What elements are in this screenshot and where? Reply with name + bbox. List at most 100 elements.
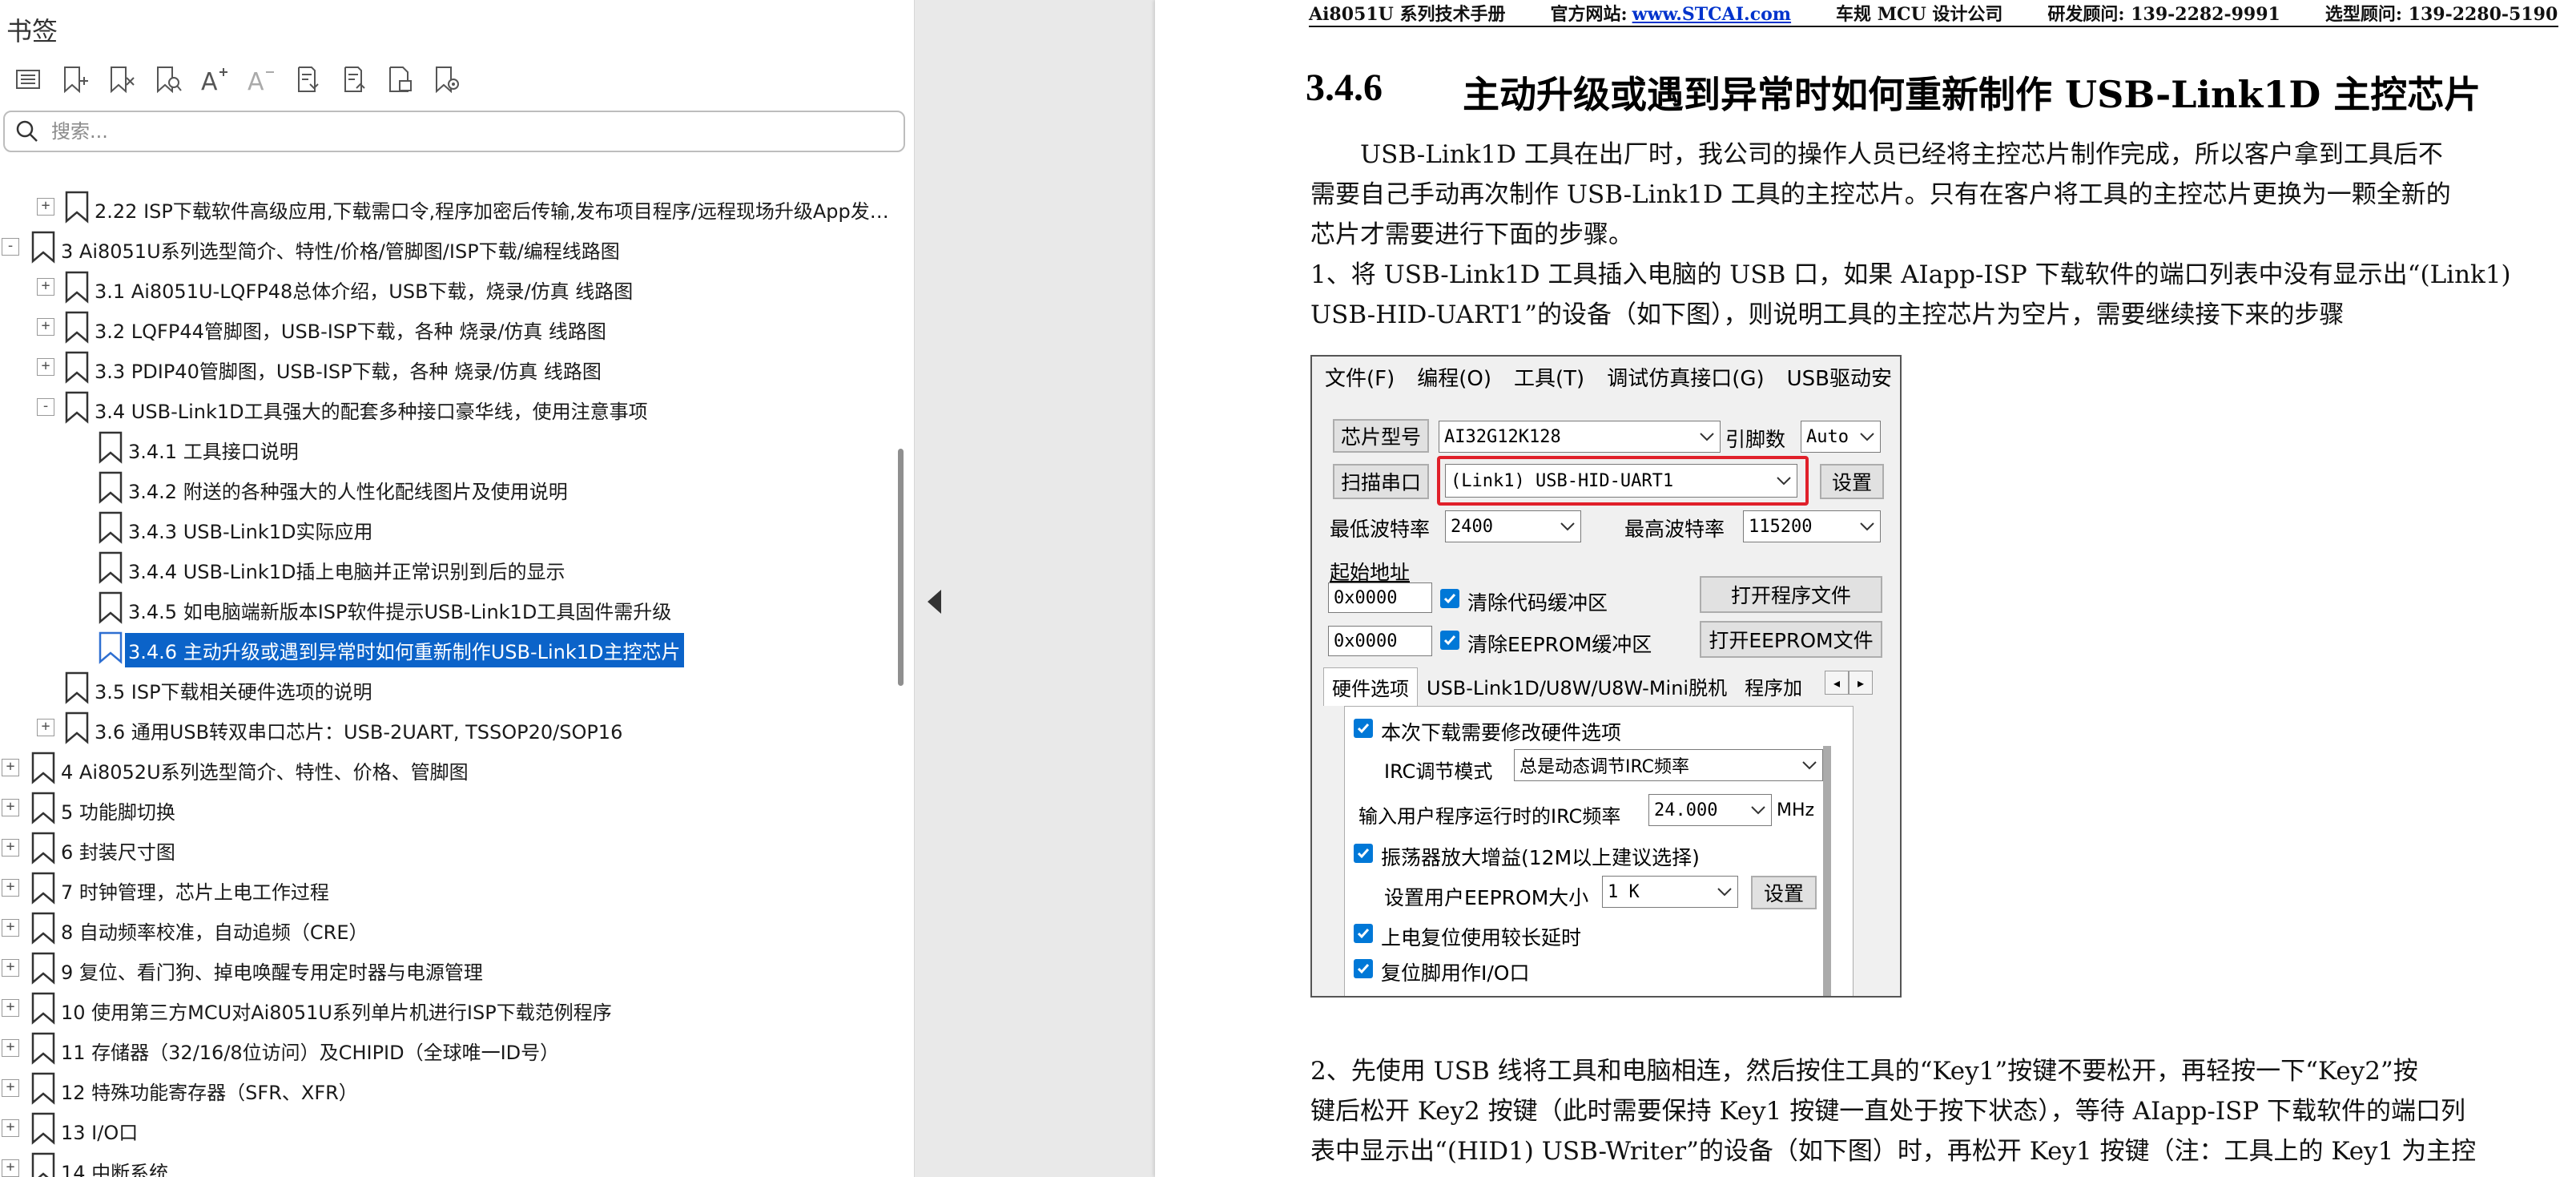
modify-hw-option: 本次下载需要修改硬件选项 bbox=[1381, 721, 1622, 744]
bookmark-label: 3.1 Ai8051U-LQFP48总体介绍，USB下载，烧录/仿真 线路图 bbox=[95, 280, 634, 303]
delete-bookmark-icon[interactable] bbox=[98, 59, 144, 99]
bookmark-item[interactable]: +3.1 Ai8051U-LQFP48总体介绍，USB下载，烧录/仿真 线路图 bbox=[0, 267, 891, 307]
bookmark-settings-icon[interactable] bbox=[423, 59, 469, 99]
bookmark-item[interactable]: +11 存储器（32/16/8位访问）及CHIPID（全球唯一ID号） bbox=[0, 1028, 891, 1068]
bookmark-item[interactable]: +13 I/O口 bbox=[0, 1108, 891, 1148]
collapse-sidebar-button[interactable] bbox=[918, 566, 950, 638]
header-website-label: 官方网站: bbox=[1550, 4, 1628, 25]
bookmark-item[interactable]: - 3.4 USB-Link1D工具强大的配套多种接口豪华线，使用注意事项 bbox=[0, 387, 891, 427]
bookmark-item[interactable]: 3.4.4 USB-Link1D插上电脑并正常识别到后的显示 bbox=[0, 547, 891, 587]
bookmark-item[interactable]: +3.6 通用USB转双串口芯片：USB-2UART, TSSOP20/SOP1… bbox=[0, 707, 891, 748]
eeprom-address-field: 0x0000 bbox=[1328, 626, 1432, 656]
bookmark-icon bbox=[31, 792, 55, 824]
bookmark-label: 10 使用第三方MCU对Ai8051U系列单片机进行ISP下载范例程序 bbox=[61, 1002, 612, 1024]
collapse-icon[interactable]: - bbox=[2, 238, 19, 256]
bookmark-item[interactable]: +14 中断系统 bbox=[0, 1148, 891, 1177]
expand-icon[interactable]: + bbox=[2, 959, 19, 977]
add-bookmark-icon[interactable] bbox=[51, 59, 98, 99]
bookmark-item[interactable]: +6 封装尺寸图 bbox=[0, 828, 891, 868]
triangle-left-icon bbox=[928, 590, 941, 614]
bookmark-item[interactable]: 3.4.3 USB-Link1D实际应用 bbox=[0, 507, 891, 547]
header-website: 官方网站: www.STCAI.com bbox=[1551, 0, 1792, 26]
bookmark-item[interactable]: 3.4.5 如电脑端新版本ISP软件提示USB-Link1D工具固件需升级 bbox=[0, 587, 891, 627]
bookmark-item[interactable]: 3.4.2 附送的各种强大的人性化配线图片及使用说明 bbox=[0, 467, 891, 507]
expand-icon[interactable]: + bbox=[2, 759, 19, 776]
website-link[interactable]: www.STCAI.com bbox=[1632, 4, 1791, 25]
pin-count-label: 引脚数 bbox=[1725, 428, 1786, 451]
bookmark-item[interactable]: +7 时钟管理，芯片上电工作过程 bbox=[0, 868, 891, 908]
bookmark-label: 3.2 LQFP44管脚图，USB-ISP下载，各种 烧录/仿真 线路图 bbox=[95, 320, 606, 343]
bookmark-list-icon[interactable] bbox=[5, 59, 51, 99]
pin-count-value: Auto bbox=[1806, 426, 1849, 447]
bookmark-label: 4 Ai8052U系列选型简介、特性、价格、管脚图 bbox=[61, 761, 469, 784]
bookmark-item[interactable]: +8 自动频率校准，自动追频（CRE） bbox=[0, 908, 891, 948]
bookmark-label: 8 自动频率校准，自动追频（CRE） bbox=[61, 921, 368, 944]
chevron-down-icon bbox=[1700, 433, 1714, 441]
header-dev-consultant: 研发顾问: 139-2282-9991 bbox=[2047, 4, 2280, 25]
expand-icon[interactable]: + bbox=[2, 919, 19, 937]
bookmark-item[interactable]: - 3 Ai8051U系列选型简介、特性/价格/管脚图/ISP下载/编程线路图 bbox=[0, 227, 891, 267]
expand-icon[interactable]: + bbox=[37, 278, 54, 296]
font-smaller-icon[interactable]: A bbox=[237, 59, 284, 99]
bookmark-icon bbox=[31, 231, 55, 264]
bookmark-item[interactable]: +3.3 PDIP40管脚图，USB-ISP下载，各种 烧录/仿真 线路图 bbox=[0, 347, 891, 387]
collapse-all-icon[interactable] bbox=[330, 59, 376, 99]
bookmark-item[interactable]: +4 Ai8052U系列选型简介、特性、价格、管脚图 bbox=[0, 748, 891, 788]
bookmark-item[interactable]: +5 功能脚切换 bbox=[0, 788, 891, 828]
header-manual-title: Ai8051U 系列技术手册 bbox=[1309, 4, 1506, 25]
bookmark-icon bbox=[99, 591, 123, 624]
bookmark-item[interactable]: 3.5 ISP下载相关硬件选项的说明 bbox=[0, 667, 891, 707]
bookmark-item[interactable]: 3.4.1 工具接口说明 bbox=[0, 427, 891, 467]
bookmark-item[interactable]: 3.4.6 主动升级或遇到异常时如何重新制作USB-Link1D主控芯片 bbox=[0, 627, 891, 667]
bookmark-icon bbox=[99, 511, 123, 544]
bookmark-label: 3.4.6 主动升级或遇到异常时如何重新制作USB-Link1D主控芯片 bbox=[125, 633, 684, 667]
bookmark-item[interactable]: +2.22 ISP下载软件高级应用,下载需口令,程序加密后传输,发布项目程序/远… bbox=[0, 187, 891, 227]
sidebar-scrollbar[interactable] bbox=[898, 449, 904, 686]
expand-icon[interactable]: + bbox=[2, 1159, 19, 1177]
bookmark-search-input[interactable] bbox=[51, 120, 852, 143]
isp-menu-bar: 文件(F) 编程(O) 工具(T) 调试仿真接口(G) USB驱动安 bbox=[1312, 357, 1900, 397]
header-sel-consultant: 选型顾问: 139-2280-5190 bbox=[2324, 4, 2558, 25]
expand-all-icon[interactable] bbox=[284, 59, 330, 99]
expand-icon[interactable]: + bbox=[37, 719, 54, 736]
expand-icon[interactable]: + bbox=[37, 198, 54, 216]
isp-tab-strip: 硬件选项 USB-Link1D/U8W/U8W-Mini脱机 程序加 bbox=[1323, 667, 1811, 706]
bookmark-label: 3.4.3 USB-Link1D实际应用 bbox=[128, 521, 373, 543]
paragraph-step2: 2、先使用 USB 线将工具和电脑相连，然后按住工具的“Key1”按键不要松开，… bbox=[1310, 1051, 2560, 1171]
expand-icon[interactable]: + bbox=[2, 879, 19, 897]
expand-icon[interactable]: + bbox=[2, 1119, 19, 1137]
collapse-icon[interactable]: - bbox=[37, 398, 54, 416]
bookmark-item[interactable]: +3.2 LQFP44管脚图，USB-ISP下载，各种 烧录/仿真 线路图 bbox=[0, 307, 891, 347]
text-line: 2、先使用 USB 线将工具和电脑相连，然后按住工具的“Key1”按键不要松开，… bbox=[1310, 1057, 2418, 1086]
expand-icon[interactable]: + bbox=[37, 358, 54, 376]
osc-gain-option: 振荡器放大增益(12M以上建议选择) bbox=[1381, 846, 1700, 869]
font-larger-icon[interactable]: A bbox=[191, 59, 237, 99]
checkbox-checked-icon bbox=[1354, 719, 1373, 738]
expand-icon[interactable]: + bbox=[2, 1039, 19, 1057]
expand-icon[interactable]: + bbox=[2, 839, 19, 857]
checkbox-checked-icon bbox=[1354, 959, 1373, 978]
bookmark-search-box[interactable] bbox=[3, 111, 905, 152]
find-bookmark-icon[interactable] bbox=[144, 59, 191, 99]
bookmark-label: 2.22 ISP下载软件高级应用,下载需口令,程序加密后传输,发布项目程序/远程… bbox=[95, 200, 889, 223]
paragraph-intro: USB-Link1D 工具在出厂时，我公司的操作人员已经将主控芯片制作完成，所以… bbox=[1310, 135, 2560, 255]
min-baud-label: 最低波特率 bbox=[1330, 518, 1431, 541]
checkbox-checked-icon bbox=[1354, 924, 1373, 943]
expand-icon[interactable]: + bbox=[2, 1079, 19, 1097]
long-reset-option: 上电复位使用较长延时 bbox=[1381, 926, 1582, 949]
menu-program: 编程(O) bbox=[1417, 366, 1492, 391]
expand-icon[interactable]: + bbox=[2, 799, 19, 816]
expand-icon[interactable]: + bbox=[2, 999, 19, 1017]
paragraph-step1: 1、将 USB-Link1D 工具插入电脑的 USB 口，如果 AIapp-IS… bbox=[1310, 255, 2560, 335]
bookmark-item[interactable]: +10 使用第三方MCU对Ai8051U系列单片机进行ISP下载范例程序 bbox=[0, 988, 891, 1028]
bookmark-label: 9 复位、看门狗、掉电唤醒专用定时器与电源管理 bbox=[61, 961, 483, 984]
expand-icon[interactable]: + bbox=[37, 318, 54, 336]
menu-debug: 调试仿真接口(G) bbox=[1607, 366, 1765, 391]
arrow-left-icon: ◂ bbox=[1825, 671, 1849, 695]
bookmark-icon bbox=[65, 191, 89, 224]
menu-usb-driver: USB驱动安 bbox=[1786, 366, 1892, 391]
text-line: USB-Link1D 工具在出厂时，我公司的操作人员已经将主控芯片制作完成，所以… bbox=[1310, 140, 2443, 169]
bookmark-item[interactable]: +12 特殊功能寄存器（SFR、XFR） bbox=[0, 1068, 891, 1108]
bookmark-page-icon[interactable] bbox=[376, 59, 423, 99]
bookmark-item[interactable]: +9 复位、看门狗、掉电唤醒专用定时器与电源管理 bbox=[0, 948, 891, 988]
